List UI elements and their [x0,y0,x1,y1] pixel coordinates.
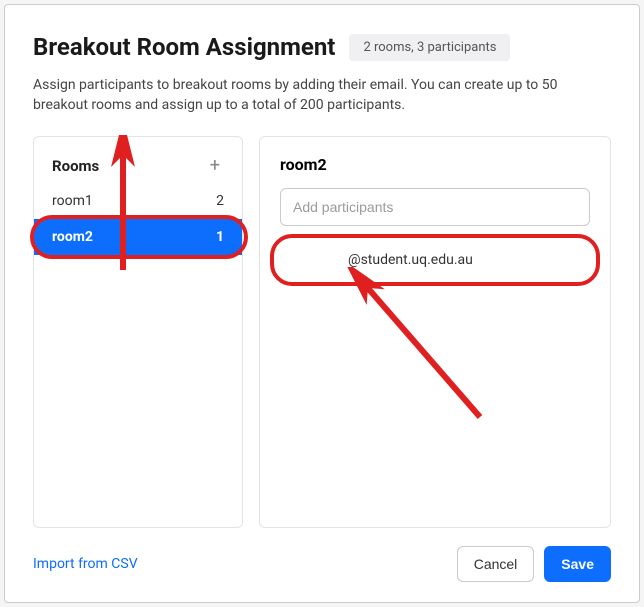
page-title: Breakout Room Assignment [33,33,335,61]
participant-email-suffix: @student.uq.edu.au [348,252,473,268]
description-text: Assign participants to breakout rooms by… [33,75,611,116]
room-detail-panel: room2 @student.uq.edu.au [259,136,611,528]
rooms-header-label: Rooms [52,157,99,175]
room-count: 1 [216,229,224,245]
import-csv-link[interactable]: Import from CSV [33,556,138,572]
rooms-panel: Rooms + room1 2 room2 1 [33,136,243,528]
cancel-button[interactable]: Cancel [457,546,535,582]
detail-title: room2 [280,155,590,174]
summary-badge: 2 rooms, 3 participants [349,34,510,61]
room-name: room1 [52,193,93,209]
redacted-segment [294,254,348,266]
breakout-room-modal: Breakout Room Assignment 2 rooms, 3 part… [4,4,640,603]
modal-header: Breakout Room Assignment 2 rooms, 3 part… [33,33,611,61]
participant-pill[interactable]: @student.uq.edu.au [280,244,590,276]
room-row-selected[interactable]: room2 1 [34,219,242,255]
add-participants-input[interactable] [280,188,590,226]
save-button[interactable]: Save [544,546,611,582]
modal-footer: Import from CSV Cancel Save [33,546,611,582]
room-name: room2 [52,229,93,245]
panels-container: Rooms + room1 2 room2 1 [33,136,611,528]
room-row[interactable]: room1 2 [34,183,242,219]
rooms-panel-header: Rooms + [34,137,242,183]
room-count: 2 [216,193,224,209]
footer-buttons: Cancel Save [457,546,611,582]
annotation-arrow [340,267,500,427]
add-room-button[interactable]: + [206,155,224,177]
